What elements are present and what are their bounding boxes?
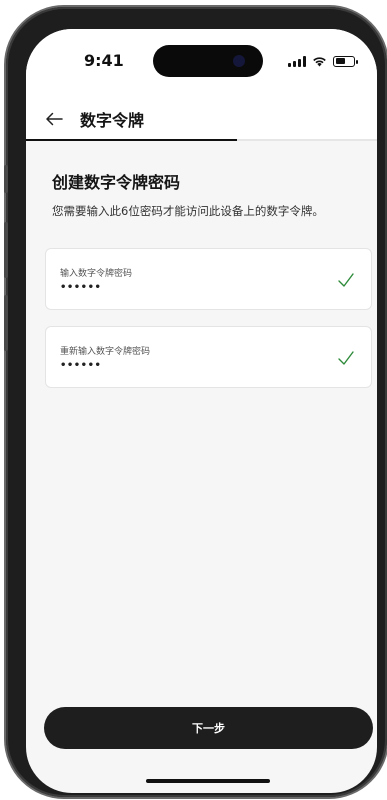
navigation-bar: 数字令牌 [26,99,377,139]
battery-icon [333,55,358,67]
status-time: 9:41 [84,51,124,70]
back-button[interactable] [32,99,76,139]
passcode-field-label: 输入数字令牌密码 [60,269,133,279]
arrow-left-icon [46,112,63,126]
status-icons [288,55,358,67]
camera-dot [233,55,245,67]
volume-down-button [4,295,8,351]
page-title: 数字令牌 [80,111,145,130]
confirm-passcode-field[interactable]: 重新输入数字令牌密码 •••••• [45,326,372,388]
phone-frame: 9:41 数字令牌 创建数字令牌密码 您需要输入此6位密码才能访问此设备上的数字… [6,7,387,797]
cellular-signal-icon [288,55,306,67]
confirm-passcode-field-label: 重新输入数字令牌密码 [60,347,151,357]
wifi-icon [313,56,326,66]
next-button[interactable]: 下一步 [44,707,373,749]
silent-switch [4,165,8,193]
progress-bar [26,139,377,141]
section-heading: 创建数字令牌密码 [52,173,181,192]
dynamic-island [153,45,263,77]
confirm-passcode-field-value: •••••• [60,360,102,371]
volume-up-button [4,222,8,278]
home-indicator [146,779,270,783]
checkmark-icon [338,351,354,365]
passcode-field-value: •••••• [60,282,102,293]
progress-fill [26,139,237,141]
app-screen: 9:41 数字令牌 创建数字令牌密码 您需要输入此6位密码才能访问此设备上的数字… [26,29,377,793]
section-description: 您需要输入此6位密码才能访问此设备上的数字令牌。 [52,204,324,218]
passcode-field[interactable]: 输入数字令牌密码 •••••• [45,248,372,310]
checkmark-icon [338,273,354,287]
